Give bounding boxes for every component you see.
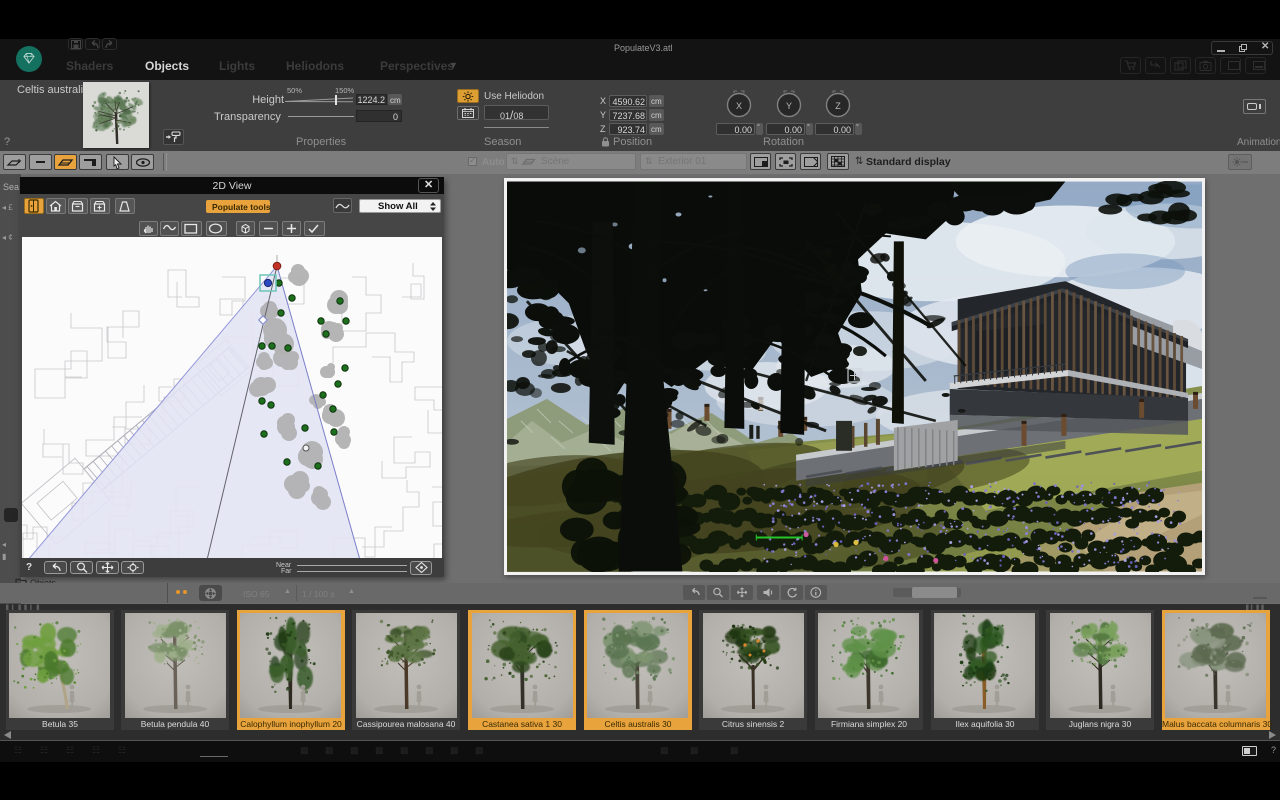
svg-text:Z: Z xyxy=(835,101,841,111)
svg-text:X: X xyxy=(736,101,742,111)
svg-text:Y: Y xyxy=(786,101,792,111)
